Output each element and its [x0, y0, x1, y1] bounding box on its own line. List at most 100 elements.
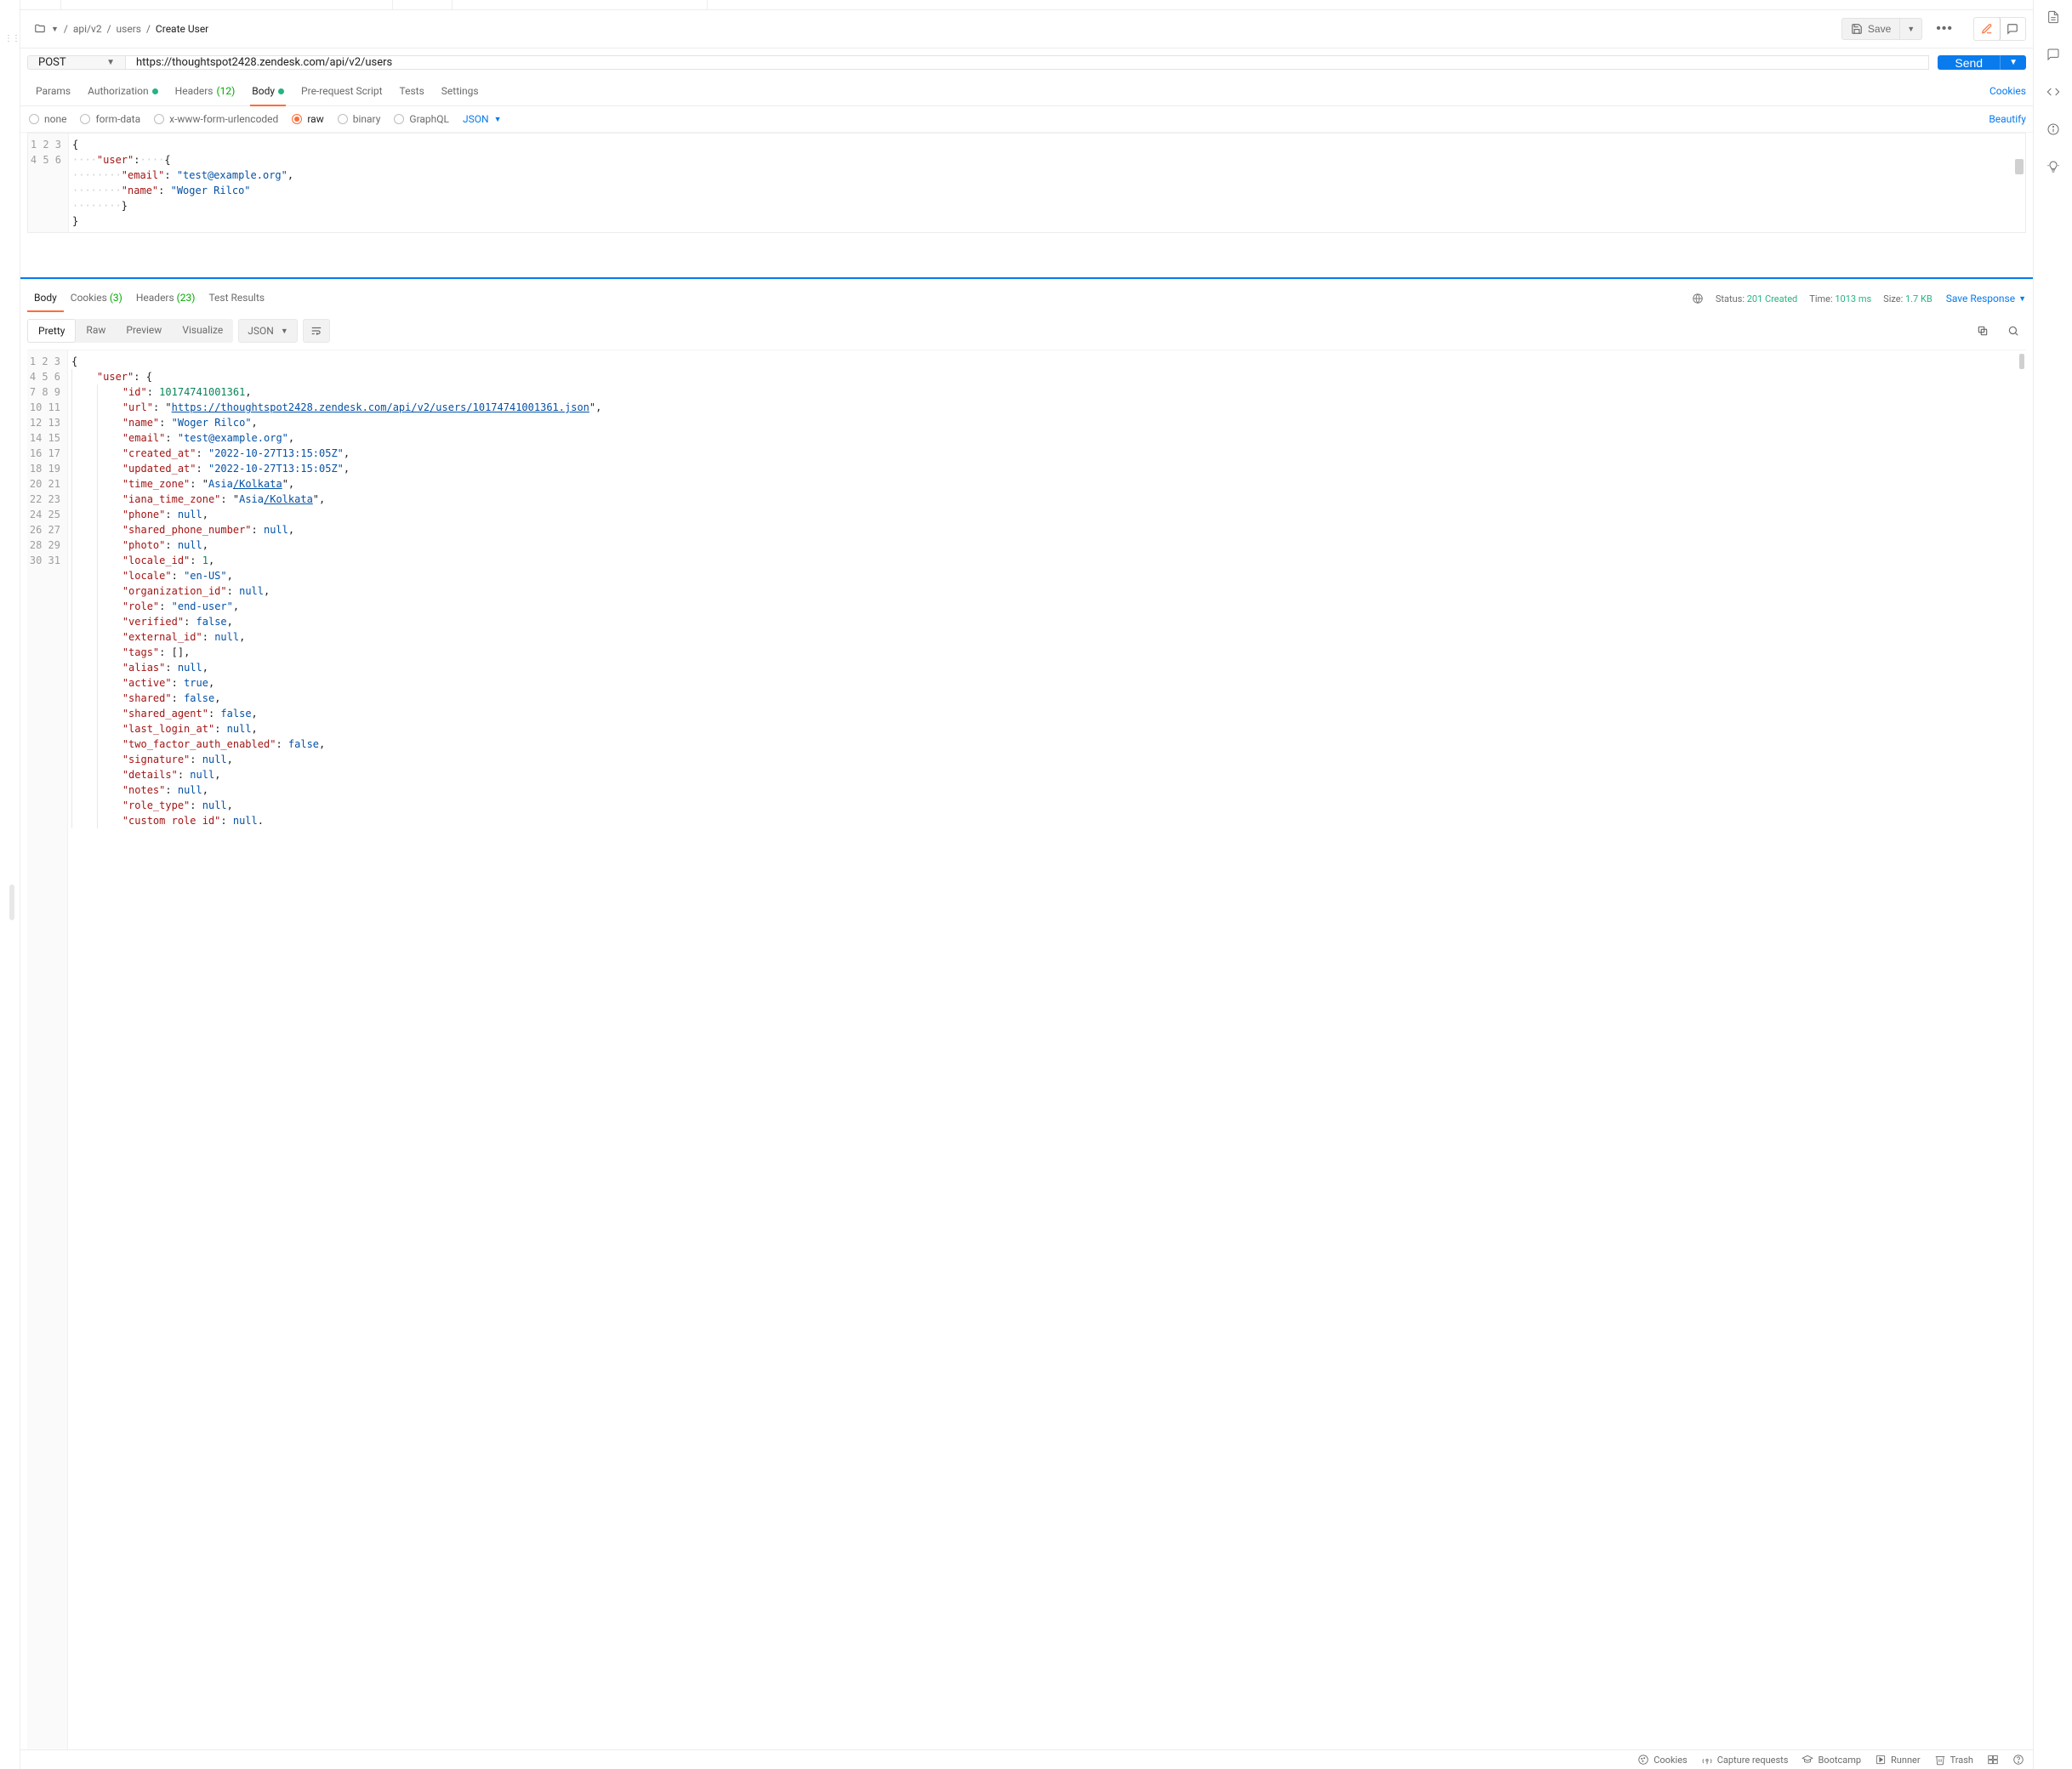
- editor-gutter: 1 2 3 4 5 6 7 8 9 10 11 12 13 14 15 16 1…: [27, 350, 68, 1749]
- radio-icon: [29, 114, 39, 124]
- size-label: Size: 1.7 KB: [1883, 293, 1933, 304]
- comment-icon: [2007, 23, 2018, 35]
- time-label: Time: 1013 ms: [1809, 293, 1871, 304]
- radio-icon: [154, 114, 164, 124]
- footer-bootcamp[interactable]: Bootcamp: [1802, 1754, 1861, 1766]
- code-icon: [2046, 85, 2060, 99]
- save-dropdown-button[interactable]: ▼: [1900, 18, 1922, 40]
- cookie-icon: [1637, 1754, 1649, 1766]
- body-type-xwww[interactable]: x-www-form-urlencoded: [154, 113, 278, 125]
- footer-panes[interactable]: [1987, 1754, 1999, 1766]
- comment-mode-toggle[interactable]: [2000, 18, 2025, 40]
- chevron-down-icon: ▼: [281, 327, 288, 336]
- response-body-editor[interactable]: 1 2 3 4 5 6 7 8 9 10 11 12 13 14 15 16 1…: [27, 350, 2026, 1749]
- http-method-select[interactable]: POST ▼: [27, 55, 126, 70]
- resp-tab-testresults[interactable]: Test Results: [202, 285, 271, 312]
- tab-authorization[interactable]: Authorization: [79, 77, 167, 105]
- tab-settings[interactable]: Settings: [433, 77, 487, 105]
- tab-prerequest[interactable]: Pre-request Script: [293, 77, 390, 105]
- view-pretty[interactable]: Pretty: [27, 319, 76, 343]
- radio-icon: [292, 114, 302, 124]
- body-lang-select[interactable]: JSON▼: [463, 113, 501, 125]
- radio-icon: [80, 114, 90, 124]
- footer-cookies[interactable]: Cookies: [1637, 1754, 1687, 1766]
- radio-icon: [394, 114, 404, 124]
- request-url-value: https://thoughtspot2428.zendesk.com/api/…: [136, 56, 392, 69]
- http-method-label: POST: [38, 56, 66, 69]
- chevron-down-icon: ▼: [494, 115, 502, 124]
- footer-capture[interactable]: Capture requests: [1701, 1754, 1789, 1766]
- tab-ghost[interactable]: [453, 0, 708, 9]
- body-type-none[interactable]: none: [29, 113, 66, 125]
- search-response-button[interactable]: [2001, 320, 2026, 342]
- view-raw[interactable]: Raw: [76, 319, 116, 343]
- beautify-link[interactable]: Beautify: [1989, 113, 2026, 125]
- globe-icon[interactable]: [1692, 293, 1704, 304]
- graduation-icon: [1802, 1754, 1813, 1766]
- body-type-raw[interactable]: raw: [292, 113, 323, 125]
- wrap-icon: [310, 325, 322, 337]
- tab-ghost[interactable]: [20, 0, 61, 9]
- rail-docs[interactable]: [2046, 10, 2060, 24]
- scrollbar-thumb[interactable]: [2015, 159, 2024, 174]
- editor-gutter: 1 2 3 4 5 6: [28, 134, 69, 232]
- tab-ghost[interactable]: [61, 0, 393, 9]
- footer-runner[interactable]: Runner: [1875, 1754, 1921, 1766]
- chevron-down-icon: ▼: [106, 58, 115, 67]
- rail-comments[interactable]: [2046, 48, 2060, 61]
- resp-tab-body[interactable]: Body: [27, 285, 64, 312]
- more-actions-button[interactable]: •••: [1929, 20, 1960, 38]
- cookies-link[interactable]: Cookies: [1989, 85, 2026, 97]
- status-dot-icon: [152, 88, 158, 94]
- save-button[interactable]: Save: [1841, 18, 1900, 40]
- body-type-graphql[interactable]: GraphQL: [394, 113, 449, 125]
- tab-headers[interactable]: Headers (12): [167, 77, 244, 105]
- resp-tab-cookies[interactable]: Cookies (3): [64, 285, 129, 312]
- footer-trash[interactable]: Trash: [1934, 1754, 1973, 1766]
- tab-ghost[interactable]: [393, 0, 453, 9]
- sidebar-collapse-handle[interactable]: [9, 884, 14, 920]
- save-response-button[interactable]: Save Response ▼: [1946, 293, 2026, 304]
- breadcrumb-seg[interactable]: users: [117, 23, 141, 35]
- chevron-down-icon[interactable]: ▼: [51, 25, 59, 34]
- trash-icon: [1934, 1754, 1946, 1766]
- editor-code[interactable]: { ····"user":····{ ········"email": "tes…: [69, 134, 2025, 232]
- build-mode-toggle[interactable]: [1973, 17, 2001, 41]
- copy-response-button[interactable]: [1970, 320, 1995, 342]
- wrap-lines-button[interactable]: [303, 319, 330, 343]
- footer-help[interactable]: [2012, 1754, 2024, 1766]
- breadcrumb-seg[interactable]: api/v2: [73, 23, 102, 35]
- send-dropdown-button[interactable]: ▼: [2000, 55, 2026, 70]
- panes-icon: [1987, 1754, 1999, 1766]
- window-tabs-strip: [20, 0, 2033, 10]
- breadcrumb-current: Create User: [156, 23, 208, 35]
- request-body-editor[interactable]: 1 2 3 4 5 6 { ····"user":····{ ········"…: [28, 134, 2025, 232]
- breadcrumb-sep: /: [64, 23, 68, 35]
- rail-code[interactable]: [2046, 85, 2060, 99]
- request-url-input[interactable]: https://thoughtspot2428.zendesk.com/api/…: [126, 55, 1929, 70]
- view-preview[interactable]: Preview: [116, 319, 172, 343]
- send-button[interactable]: Send: [1938, 55, 2000, 70]
- tab-params[interactable]: Params: [27, 77, 79, 105]
- editor-code[interactable]: { "user": { "id": 10174741001361, "url":…: [68, 350, 2026, 1749]
- chevron-down-icon: ▼: [1907, 25, 1915, 33]
- left-gutter: ⋮⋮: [0, 0, 20, 1769]
- scrollbar-thumb[interactable]: [2019, 354, 2024, 369]
- tab-body[interactable]: Body: [243, 77, 293, 105]
- body-type-formdata[interactable]: form-data: [80, 113, 140, 125]
- breadcrumb: ▼ / api/v2 / users / Create User: [27, 23, 1841, 35]
- rail-lightbulb[interactable]: [2046, 160, 2060, 173]
- play-icon: [1875, 1754, 1887, 1766]
- resp-tab-headers[interactable]: Headers (23): [129, 285, 202, 312]
- body-type-binary[interactable]: binary: [338, 113, 381, 125]
- rail-info[interactable]: [2046, 122, 2060, 136]
- view-visualize[interactable]: Visualize: [172, 319, 233, 343]
- tab-tests[interactable]: Tests: [391, 77, 433, 105]
- chevron-down-icon: ▼: [2009, 58, 2018, 67]
- help-icon: [2012, 1754, 2024, 1766]
- pencil-icon: [1981, 23, 1993, 35]
- response-lang-select[interactable]: JSON▼: [238, 319, 297, 343]
- radio-icon: [338, 114, 348, 124]
- drag-handle-icon[interactable]: ⋮⋮: [4, 34, 20, 43]
- dots-icon: •••: [1936, 25, 1953, 33]
